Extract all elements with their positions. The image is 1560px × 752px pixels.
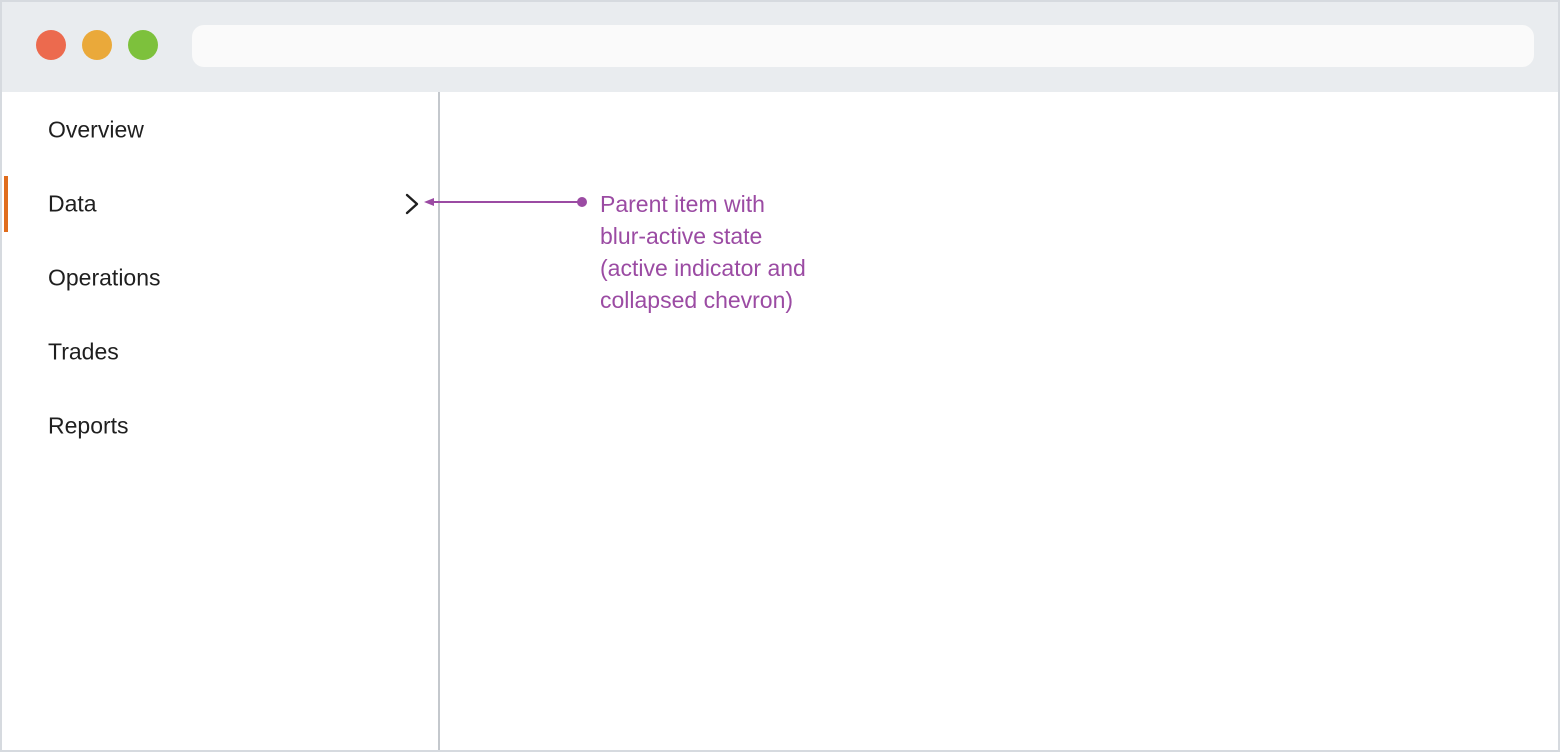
sidebar-item-trades[interactable]: Trades: [2, 324, 438, 380]
annotation-line: Parent item with: [600, 191, 765, 217]
sidebar-item-data[interactable]: Data: [2, 176, 438, 232]
sidebar-item-label: Operations: [48, 264, 161, 291]
sidebar-item-label: Reports: [48, 412, 129, 439]
annotation-line: (active indicator and: [600, 255, 806, 281]
maximize-window-button[interactable]: [128, 30, 158, 60]
annotation-line: collapsed chevron): [600, 287, 794, 313]
active-indicator: [4, 176, 8, 232]
annotation-note: Parent item with blur-active state (acti…: [600, 188, 806, 316]
sidebar-item-label: Data: [48, 190, 97, 217]
browser-window: Overview Data Operations Trades Reports …: [0, 0, 1560, 752]
sidebar-nav: Overview Data Operations Trades Reports: [2, 92, 440, 750]
title-bar: [2, 2, 1558, 92]
chevron-right-icon[interactable]: [402, 192, 422, 216]
sidebar-item-label: Overview: [48, 116, 144, 143]
annotation-line: blur-active state: [600, 223, 763, 249]
callout-dot-icon: [577, 197, 587, 207]
sidebar-item-reports[interactable]: Reports: [2, 398, 438, 454]
sidebar-item-label: Trades: [48, 338, 119, 365]
sidebar-item-overview[interactable]: Overview: [2, 102, 438, 158]
sidebar-item-operations[interactable]: Operations: [2, 250, 438, 306]
minimize-window-button[interactable]: [82, 30, 112, 60]
address-bar[interactable]: [192, 25, 1534, 67]
close-window-button[interactable]: [36, 30, 66, 60]
